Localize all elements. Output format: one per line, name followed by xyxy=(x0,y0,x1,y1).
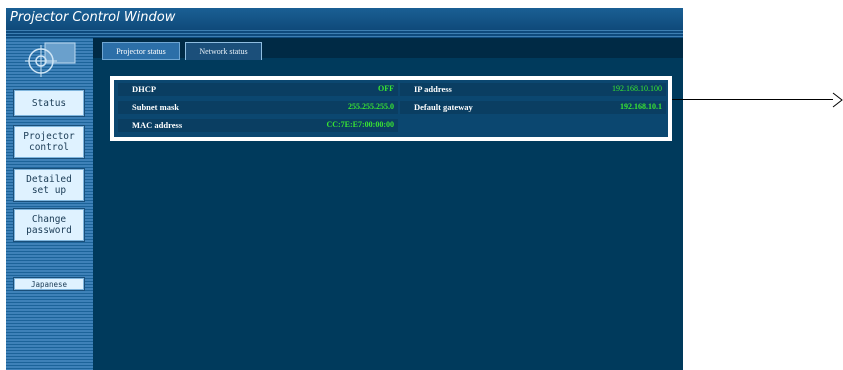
projector-control-button[interactable]: Projector control xyxy=(13,125,85,159)
default-gateway-row: Default gateway 192.168.10.1 xyxy=(400,101,666,114)
japanese-button[interactable]: Japanese xyxy=(13,277,85,291)
sidebar: Status Projector control Detailed set up… xyxy=(6,38,93,370)
tab-bar: Projector status Network status xyxy=(93,38,683,60)
callout-arrow-icon xyxy=(832,92,843,108)
default-gateway-label: Default gateway xyxy=(414,102,473,112)
title-bar: Projector Control Window xyxy=(6,8,683,30)
change-password-button[interactable]: Change password xyxy=(13,208,85,242)
network-status-panel: DHCP OFF Subnet mask 255.255.255.0 MAC a… xyxy=(110,76,672,141)
detailed-setup-button[interactable]: Detailed set up xyxy=(13,168,85,202)
status-button[interactable]: Status xyxy=(13,89,85,117)
mac-address-row: MAC address CC:7E:E7:00:00:00 xyxy=(118,119,398,132)
callout-line xyxy=(672,99,833,100)
tab-network-status[interactable]: Network status xyxy=(185,42,262,60)
tab-projector-status[interactable]: Projector status xyxy=(102,42,180,60)
window-title: Projector Control Window xyxy=(10,10,176,25)
dhcp-row: DHCP OFF xyxy=(118,83,398,96)
ip-address-value: 192.168.10.100 xyxy=(612,84,662,93)
subnet-mask-value: 255.255.255.0 xyxy=(348,102,394,111)
dhcp-value: OFF xyxy=(378,84,394,93)
dhcp-label: DHCP xyxy=(132,84,157,94)
mac-address-value: CC:7E:E7:00:00:00 xyxy=(326,120,394,129)
title-stripes xyxy=(6,30,683,38)
mac-address-label: MAC address xyxy=(132,120,183,130)
default-gateway-value: 192.168.10.1 xyxy=(620,102,662,111)
projector-control-window: Projector Control Window Status Projecto… xyxy=(6,8,683,370)
subnet-mask-row: Subnet mask 255.255.255.0 xyxy=(118,101,398,114)
projector-logo-icon xyxy=(25,42,76,77)
subnet-mask-label: Subnet mask xyxy=(132,102,180,112)
ip-address-label: IP address xyxy=(414,84,452,94)
ip-address-row: IP address 192.168.10.100 xyxy=(400,83,666,96)
